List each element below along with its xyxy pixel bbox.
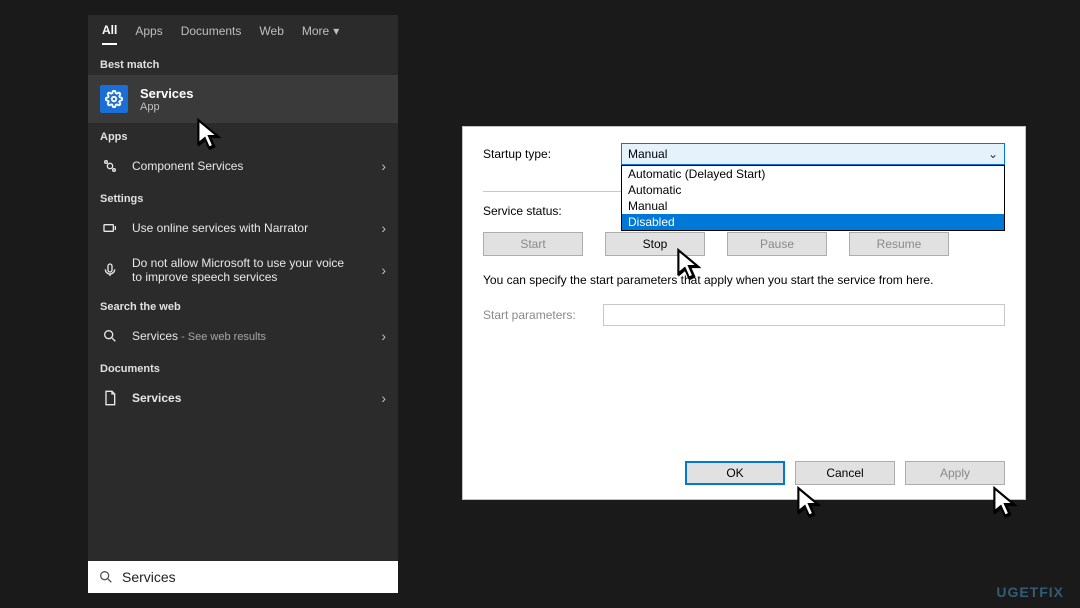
documents-item-label: Services <box>132 391 181 405</box>
tab-apps[interactable]: Apps <box>135 24 162 44</box>
tab-more[interactable]: More ▾ <box>302 24 339 44</box>
apps-item-label: Component Services <box>132 159 243 173</box>
tabs-row: All Apps Documents Web More ▾ <box>88 15 398 51</box>
document-icon <box>100 388 120 408</box>
chevron-down-icon: ⌄ <box>988 147 998 161</box>
best-match-title: Services <box>140 86 194 101</box>
documents-item-services[interactable]: Services › <box>88 379 398 417</box>
dialog-footer-buttons: OK Cancel Apply <box>685 461 1005 485</box>
section-settings: Settings <box>88 185 398 209</box>
settings-item-speech[interactable]: Do not allow Microsoft to use your voice… <box>88 247 398 293</box>
search-icon <box>100 326 120 346</box>
chevron-down-icon: ▾ <box>333 24 339 38</box>
component-services-icon <box>100 156 120 176</box>
tab-web[interactable]: Web <box>259 24 283 44</box>
start-parameters-input[interactable] <box>603 304 1005 326</box>
pause-button[interactable]: Pause <box>727 232 827 256</box>
service-properties-dialog: Startup type: Manual ⌄ Automatic (Delaye… <box>462 126 1026 500</box>
best-match-subtitle: App <box>140 101 194 113</box>
startup-type-value: Manual <box>628 147 667 161</box>
settings-item-narrator[interactable]: Use online services with Narrator › <box>88 209 398 247</box>
settings-item-label: Use online services with Narrator <box>132 221 308 235</box>
apply-button[interactable]: Apply <box>905 461 1005 485</box>
dropdown-item-auto-delayed[interactable]: Automatic (Delayed Start) <box>622 166 1004 182</box>
start-button[interactable]: Start <box>483 232 583 256</box>
resume-button[interactable]: Resume <box>849 232 949 256</box>
stop-button[interactable]: Stop <box>605 232 705 256</box>
startup-type-row: Startup type: Manual ⌄ Automatic (Delaye… <box>483 143 1005 165</box>
section-apps: Apps <box>88 123 398 147</box>
chevron-right-icon: › <box>381 328 386 344</box>
section-documents: Documents <box>88 355 398 379</box>
services-gear-icon <box>100 85 128 113</box>
search-box[interactable] <box>88 561 398 593</box>
tab-all[interactable]: All <box>102 23 117 45</box>
start-parameters-label: Start parameters: <box>483 308 593 322</box>
tab-documents[interactable]: Documents <box>181 24 242 44</box>
dropdown-item-disabled[interactable]: Disabled <box>622 214 1004 230</box>
search-input[interactable] <box>122 569 388 585</box>
section-search-web: Search the web <box>88 293 398 317</box>
chevron-right-icon: › <box>381 390 386 406</box>
apps-item-component-services[interactable]: Component Services › <box>88 147 398 185</box>
chevron-right-icon: › <box>381 220 386 236</box>
start-parameters-row: Start parameters: <box>483 304 1005 326</box>
chevron-right-icon: › <box>381 158 386 174</box>
dropdown-item-manual[interactable]: Manual <box>622 198 1004 214</box>
dropdown-item-automatic[interactable]: Automatic <box>622 182 1004 198</box>
startup-type-label: Startup type: <box>483 147 621 161</box>
service-status-label: Service status: <box>483 204 621 218</box>
best-match-item[interactable]: Services App <box>88 75 398 123</box>
narrator-icon <box>100 218 120 238</box>
web-item-suffix: - See web results <box>178 331 266 343</box>
description-text: You can specify the start parameters tha… <box>483 272 1005 288</box>
chevron-right-icon: › <box>381 262 386 278</box>
tab-more-label: More <box>302 24 329 38</box>
microphone-icon <box>100 260 120 280</box>
cancel-button[interactable]: Cancel <box>795 461 895 485</box>
search-icon <box>98 569 114 585</box>
web-item-prefix: Services <box>132 329 178 343</box>
section-best-match: Best match <box>88 51 398 75</box>
control-button-row: Start Stop Pause Resume <box>483 232 1005 256</box>
startup-type-combo[interactable]: Manual ⌄ <box>621 143 1005 165</box>
startup-type-dropdown: Automatic (Delayed Start) Automatic Manu… <box>621 165 1005 231</box>
watermark-text: UGETFIX <box>996 584 1064 600</box>
web-item-services[interactable]: Services - See web results › <box>88 317 398 355</box>
start-menu-panel: All Apps Documents Web More ▾ Best match… <box>88 15 398 593</box>
ok-button[interactable]: OK <box>685 461 785 485</box>
settings-item-label: Do not allow Microsoft to use your voice… <box>132 256 352 284</box>
